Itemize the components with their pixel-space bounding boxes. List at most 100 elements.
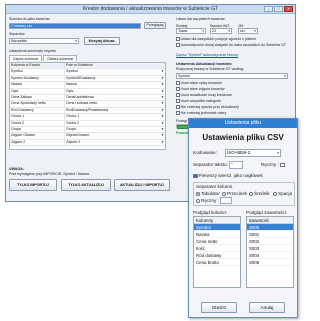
chevron-down-icon[interactable]: ▾ <box>160 133 165 138</box>
close-icon[interactable]: ✕ <box>284 6 293 12</box>
table-cell-subiekt[interactable]: Cecha 2 <box>65 121 160 126</box>
browse-button[interactable]: Przeglądaj <box>144 22 166 29</box>
grid-header-subiekt: Pole w Subiekcie <box>66 63 93 67</box>
check2-row[interactable]: Automatycznie dodaj statystki do nabu ws… <box>176 43 292 47</box>
content-list-header: Zawartość <box>247 217 293 224</box>
table-row[interactable]: Zdjęcie 2 Zdjecie 2 ▾ <box>10 139 165 147</box>
warehouse-label: Ustaw dla wszystkich towarów: <box>176 17 226 21</box>
update-check-label: Nie zmieniaj opisów przy aktualizacji <box>180 105 239 109</box>
list-item[interactable]: Symbol <box>194 224 240 231</box>
update-checkbox[interactable] <box>176 81 180 85</box>
table-cell-subiekt[interactable]: Cena Hurtowa netto <box>65 101 160 106</box>
table-cell-subiekt[interactable]: Grupa <box>65 127 160 132</box>
chevron-down-icon[interactable]: ▾ <box>160 89 165 94</box>
list-item[interactable]: S000 <box>247 224 293 231</box>
separator-select[interactable]: Wszystkie ▾ <box>9 38 79 44</box>
unit-select[interactable]: szt. ▾ <box>238 28 258 34</box>
table-cell-subiekt[interactable]: ZdjecieGlowne <box>65 133 160 138</box>
table-cell-subiekt[interactable]: SymbolDDostawcy <box>65 76 160 81</box>
table-cell-subiekt[interactable]: Symbol <box>65 69 160 74</box>
symbol-link[interactable]: Zapisz "Symbol" automatycznie tworzą <box>176 53 238 57</box>
list-item[interactable]: S004 <box>247 252 293 259</box>
update-check-row[interactable]: Nie zmieniaj jednostek miary <box>176 111 292 117</box>
manual2-radio[interactable] <box>196 198 200 203</box>
list-item[interactable]: Nazwa <box>194 231 240 238</box>
update-check-label: Nie zmieniaj jednostek miary <box>180 111 227 115</box>
manual-check-row[interactable]: Ręczny : <box>261 162 286 168</box>
separator-value: Wszystkie <box>11 39 28 43</box>
comma-radio[interactable] <box>222 191 226 196</box>
tab-save-schema[interactable]: Zapisz schemat <box>9 55 43 61</box>
semicolon-radio[interactable] <box>249 191 253 196</box>
update-checkbox[interactable] <box>176 87 180 91</box>
chevron-down-icon[interactable]: ▾ <box>160 82 165 87</box>
separator-group: Separator kolumn Tabulator Przecinek Śre… <box>193 182 295 206</box>
list-item[interactable]: Ród dostawy <box>194 252 240 259</box>
table-cell-subiekt[interactable]: Cecha 1 <box>65 114 160 119</box>
kind-select[interactable]: Towar ▾ <box>176 28 206 34</box>
preview-columns-label: Podgląd kolumn: <box>193 210 228 215</box>
list-item[interactable]: S001 <box>247 231 293 238</box>
sep-option-tab[interactable]: Tabulator <box>196 191 220 196</box>
update-key-select[interactable]: Symbol ▾ <box>176 73 288 79</box>
chevron-down-icon[interactable]: ▾ <box>160 140 165 145</box>
load-button[interactable]: Wczytaj Aktuaz. <box>84 37 120 45</box>
tab-open-schema[interactable]: Otwórz schemat <box>43 55 78 61</box>
manual-checkbox[interactable] <box>280 162 285 168</box>
manual2-row[interactable]: Ręczny : <box>196 198 219 203</box>
chevron-down-icon[interactable]: ▾ <box>160 108 165 113</box>
first-row-check-row[interactable]: Pierwszy wiersz, jako nagłówek <box>193 173 263 179</box>
chevron-down-icon[interactable]: ▾ <box>160 95 165 100</box>
import-only-button[interactable]: TYLKO IMPORTUJ <box>9 179 57 191</box>
table-cell-subiekt[interactable]: Zdjecie 2 <box>65 140 160 145</box>
space-radio[interactable] <box>273 191 277 196</box>
chevron-down-icon[interactable]: ▾ <box>160 114 165 119</box>
maximize-button[interactable]: □ <box>274 6 283 12</box>
chevron-down-icon[interactable]: ▾ <box>160 76 165 81</box>
text-separator-value: " <box>231 162 233 167</box>
columns-list[interactable]: Kolumny Symbol Nazwa Cena netto Ilość Ród do… <box>193 216 241 288</box>
cancel-button[interactable]: Anuluj <box>249 302 285 313</box>
chevron-down-icon[interactable]: ▾ <box>160 101 165 106</box>
update-checkbox[interactable] <box>176 99 180 103</box>
chevron-down-icon[interactable]: ▾ <box>160 121 165 126</box>
first-row-checkbox[interactable] <box>193 173 198 179</box>
list-item[interactable]: S003 <box>247 245 293 252</box>
content-list[interactable]: Zawartość S000 S001 S002 S003 S004 S005 <box>246 216 294 288</box>
check2-box[interactable] <box>176 43 180 47</box>
update-checkbox[interactable] <box>176 93 180 97</box>
update-check-label: Usuń stare opisy towarów <box>180 81 222 85</box>
encoding-select[interactable]: ISO-8859-2 ▾ <box>225 149 281 157</box>
tab-radio[interactable] <box>196 191 200 196</box>
chevron-down-icon[interactable]: ▾ <box>160 127 165 132</box>
sep-option-comma[interactable]: Przecinek <box>222 191 247 196</box>
minimize-button[interactable]: – <box>264 6 273 12</box>
manual-label: Ręczny : <box>261 162 279 167</box>
table-cell-excel: Zdjęcie 2 <box>10 139 65 146</box>
file-path-input[interactable]: C:\towary.csv <box>9 23 141 29</box>
sep-option-semicolon[interactable]: Średnik <box>249 191 270 196</box>
list-item[interactable]: Ilość <box>194 245 240 252</box>
chevron-down-icon[interactable]: ▾ <box>160 69 165 74</box>
table-cell-subiekt[interactable]: Nazwa <box>65 82 160 87</box>
list-item[interactable]: S005 <box>247 259 293 266</box>
window-controls: – □ ✕ <box>264 6 293 12</box>
list-item[interactable]: S002 <box>247 238 293 245</box>
manual-separator-input[interactable] <box>220 197 232 204</box>
table-cell-subiekt[interactable]: Opis <box>65 89 160 94</box>
update-import-button[interactable]: AKTUALIZUJ I IMPORTUJ <box>114 179 170 191</box>
check1-box[interactable] <box>176 37 180 41</box>
update-only-button[interactable]: TYLKO AKTUALIZUJ <box>61 179 111 191</box>
table-cell-excel: Nazwa <box>10 82 65 88</box>
update-checkbox[interactable] <box>176 111 180 115</box>
list-item[interactable]: Cena netto <box>194 238 240 245</box>
sep-option-space[interactable]: Spacja <box>273 191 292 196</box>
list-item[interactable]: Cena brutto <box>194 259 240 266</box>
table-cell-subiekt[interactable]: RodDostawcy/Podstawowy <box>65 108 160 113</box>
open-button[interactable]: Otwórz <box>201 302 237 313</box>
text-separator-select[interactable]: " <box>229 161 243 169</box>
update-checkbox[interactable] <box>176 105 180 109</box>
table-cell-subiekt[interactable]: CenaKartotekowa <box>65 95 160 100</box>
vat-select[interactable]: 23 ▾ <box>210 28 232 34</box>
check1-row[interactable]: Ustaw dla wszystkich pozycje zgodnie z p… <box>176 37 256 41</box>
